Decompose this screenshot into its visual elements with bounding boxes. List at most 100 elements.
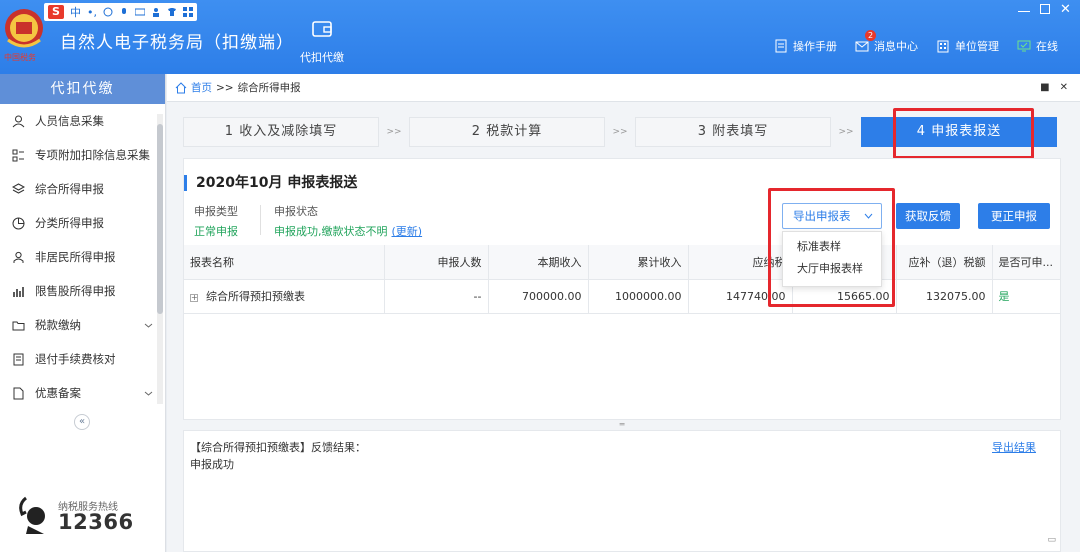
main-area: 首页 >> 综合所得申报 ■ ✕ 1 收入及减除填写 >> 2 税款计算 >> … xyxy=(167,74,1080,552)
user-icon[interactable] xyxy=(151,7,161,17)
meta-divider xyxy=(260,205,261,235)
cell-can-declare: 是 xyxy=(992,279,1061,314)
table-header-row: 报表名称 申报人数 本期收入 累计收入 应纳税 应补（退）税额 是否可申... xyxy=(184,245,1061,280)
sidebar-heading: 代扣代缴 xyxy=(0,74,165,104)
get-feedback-button[interactable]: 获取反馈 xyxy=(896,203,960,229)
wizard-steps: 1 收入及减除填写 >> 2 税款计算 >> 3 附表填写 >> 4 申报表报送 xyxy=(183,116,1061,148)
online-label: 在线 xyxy=(1036,40,1058,53)
declaration-panel: 2020年10月 申报表报送 申报类型 正常申报 申报状态 申报成功,缴款状态不… xyxy=(183,158,1061,420)
correct-declaration-button[interactable]: 更正申报 xyxy=(978,203,1050,229)
col-report-name: 报表名称 xyxy=(184,245,385,280)
declaration-table: 报表名称 申报人数 本期收入 累计收入 应纳税 应补（退）税额 是否可申... … xyxy=(184,245,1061,314)
wallet-icon xyxy=(312,21,332,37)
step-3-schedule[interactable]: 3 附表填写 xyxy=(635,117,831,147)
col-cum-income: 累计收入 xyxy=(588,245,689,280)
minimize-icon[interactable] xyxy=(1018,4,1030,12)
sidebar-item-label: 退付手续费核对 xyxy=(35,352,116,366)
breadcrumb-current: 综合所得申报 xyxy=(237,82,301,94)
sidebar-item-comprehensive-income[interactable]: 综合所得申报 xyxy=(0,172,165,206)
sidebar-item-label: 专项附加扣除信息采集 xyxy=(35,148,150,162)
tab-close-icon[interactable]: ✕ xyxy=(1060,82,1068,93)
online-status[interactable]: 在线 xyxy=(1017,38,1058,54)
collapse-sidebar-button[interactable]: « xyxy=(74,414,90,430)
mail-icon xyxy=(855,41,869,52)
export-result-link[interactable]: 导出结果 xyxy=(992,439,1036,456)
hotline-number: 12366 xyxy=(58,510,134,534)
restore-icon[interactable] xyxy=(1040,4,1050,14)
sidebar-scroll-thumb[interactable] xyxy=(157,124,163,314)
sidebar-item-refund-fee[interactable]: 退付手续费核对 xyxy=(0,342,165,376)
declaration-status-label: 申报状态 xyxy=(274,205,318,218)
step-separator: >> xyxy=(612,127,628,137)
step-1-income[interactable]: 1 收入及减除填写 xyxy=(183,117,379,147)
resize-grip-icon[interactable]: ▭ xyxy=(1047,532,1056,549)
ime-logo-icon[interactable]: S xyxy=(48,5,64,19)
grid-icon xyxy=(12,149,24,161)
report-name-text: 综合所得预扣预缴表 xyxy=(206,290,305,303)
declaration-type-value: 正常申报 xyxy=(194,225,238,238)
sidebar-item-tax-payment[interactable]: 税款缴纳 xyxy=(0,308,165,342)
declaration-type: 申报类型 正常申报 xyxy=(194,203,238,239)
sidebar-item-label: 非居民所得申报 xyxy=(35,250,116,264)
step-2-tax-calc[interactable]: 2 税款计算 xyxy=(409,117,605,147)
monitor-icon xyxy=(1017,40,1031,52)
tab-restore-icon[interactable]: ■ xyxy=(1040,82,1049,93)
mic-icon[interactable] xyxy=(119,7,129,17)
sidebar-item-label: 限售股所得申报 xyxy=(35,284,116,298)
step-4-submit[interactable]: 4 申报表报送 xyxy=(861,117,1057,147)
export-dropdown-label: 导出申报表 xyxy=(793,209,851,223)
chevron-down-icon[interactable] xyxy=(144,321,153,330)
sidebar-item-personnel[interactable]: 人员信息采集 xyxy=(0,104,165,138)
refresh-status-link[interactable]: (更新) xyxy=(392,225,423,238)
doc-icon xyxy=(13,387,24,399)
breadcrumb-home[interactable]: 首页 xyxy=(191,80,212,95)
unit-management-link[interactable]: 单位管理 xyxy=(936,38,999,54)
building-icon xyxy=(937,40,949,53)
declaration-type-label: 申报类型 xyxy=(194,205,238,218)
smile-icon[interactable] xyxy=(103,7,113,17)
folder-icon xyxy=(12,321,25,330)
nav-module-withholding[interactable]: 代扣代缴 xyxy=(298,18,346,65)
table-row[interactable]: + 综合所得预扣预缴表 -- 700000.00 1000000.00 14774… xyxy=(184,279,1061,314)
message-center-link[interactable]: 2 消息中心 xyxy=(855,30,918,54)
export-dropdown-menu: 标准表样 大厅申报表样 xyxy=(782,231,882,287)
manual-link[interactable]: 操作手册 xyxy=(774,38,837,54)
sidebar-item-special-deduction[interactable]: 专项附加扣除信息采集 xyxy=(0,138,165,172)
keyboard-icon[interactable] xyxy=(135,7,145,17)
cell-count: -- xyxy=(384,279,489,314)
col-period-income: 本期收入 xyxy=(488,245,589,280)
breadcrumb: 首页 >> 综合所得申报 ■ ✕ xyxy=(167,74,1080,102)
layers-icon xyxy=(12,182,25,194)
unit-label: 单位管理 xyxy=(955,40,999,53)
shirt-icon[interactable] xyxy=(167,7,177,17)
export-declaration-dropdown[interactable]: 导出申报表 xyxy=(782,203,882,229)
person-icon xyxy=(12,115,25,127)
declaration-status: 申报状态 申报成功,缴款状态不明 (更新) xyxy=(274,203,422,239)
feedback-title: 【综合所得预扣预缴表】反馈结果： xyxy=(190,441,366,454)
cell-tax-payable: 147740.00 xyxy=(688,279,793,314)
seal-text: 中国税务 xyxy=(4,53,36,62)
breadcrumb-sep: >> xyxy=(216,81,234,94)
expand-row-icon[interactable]: + xyxy=(190,294,198,302)
apps-icon[interactable] xyxy=(183,7,193,17)
sidebar-item-classified-income[interactable]: 分类所得申报 xyxy=(0,206,165,240)
close-icon[interactable]: ✕ xyxy=(1060,3,1072,16)
panel-splitter[interactable]: ═ xyxy=(183,420,1061,430)
ime-punct[interactable]: •, xyxy=(87,6,97,19)
sidebar-item-restricted-stock[interactable]: 限售股所得申报 xyxy=(0,274,165,308)
col-can-declare: 是否可申... xyxy=(992,245,1061,280)
sidebar-item-label: 税款缴纳 xyxy=(35,318,81,332)
sidebar: 代扣代缴 人员信息采集 专项附加扣除信息采集 综合所得申报 分类所得申报 非居民… xyxy=(0,74,166,552)
export-option-standard[interactable]: 标准表样 xyxy=(783,236,881,258)
headset-icon xyxy=(19,496,45,534)
export-option-hall[interactable]: 大厅申报表样 xyxy=(783,258,881,280)
chevron-down-icon xyxy=(864,213,873,219)
nav-module-label: 代扣代缴 xyxy=(300,51,344,64)
home-icon[interactable] xyxy=(175,81,187,94)
chevron-down-icon[interactable] xyxy=(144,389,153,398)
ime-toolbar[interactable]: S 中 •, xyxy=(44,3,197,21)
ime-mode[interactable]: 中 xyxy=(70,4,81,20)
sidebar-scrollbar[interactable] xyxy=(157,114,163,404)
sidebar-item-preferential-filing[interactable]: 优惠备案 xyxy=(0,376,165,410)
sidebar-item-nonresident[interactable]: 非居民所得申报 xyxy=(0,240,165,274)
